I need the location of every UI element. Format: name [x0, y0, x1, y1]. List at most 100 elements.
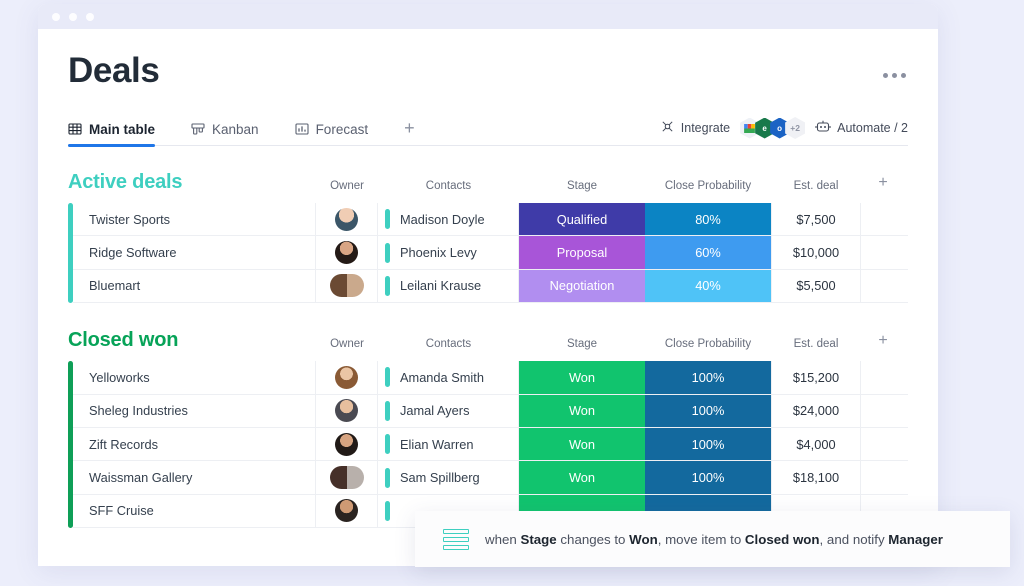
owner-cell[interactable]: [316, 427, 378, 461]
contact-cell[interactable]: Phoenix Levy: [378, 236, 519, 269]
column-header-stage: Stage: [566, 338, 598, 351]
row-extra-cell: [861, 236, 905, 268]
deal-value-cell[interactable]: $7,500: [771, 203, 861, 236]
integrate-button[interactable]: Integrate: [660, 119, 730, 137]
add-view-button[interactable]: +: [404, 119, 415, 140]
column-header-deal: Est. deal: [793, 338, 839, 351]
avatar: [329, 466, 364, 490]
owner-cell[interactable]: [316, 494, 378, 528]
deal-value-cell[interactable]: $4,000: [771, 427, 861, 461]
contact-cell[interactable]: Elian Warren: [378, 427, 519, 461]
tab-kanban[interactable]: Kanban: [191, 113, 259, 146]
column-header-deal: Est. deal: [793, 180, 839, 192]
contact-name: Phoenix Levy: [400, 245, 477, 261]
toast-part-bold: Closed won: [744, 531, 820, 547]
stage-cell[interactable]: Negotiation: [519, 269, 645, 303]
row-extra-cell: [861, 395, 905, 427]
table-row[interactable]: Waissman Gallery Sam Spillberg Won 100% …: [73, 461, 908, 495]
stage-cell[interactable]: Won: [519, 361, 645, 394]
stage-label: Proposal: [556, 245, 608, 261]
deal-value-cell[interactable]: $15,200: [771, 361, 861, 394]
integration-app-icons[interactable]: e o +2: [740, 117, 806, 139]
probability-cell[interactable]: 60%: [645, 236, 771, 269]
table-row[interactable]: Bluemart Leilani Krause Negotiation 40% …: [73, 269, 908, 304]
automate-button[interactable]: Automate / 2: [815, 119, 908, 137]
stage-cell[interactable]: Won: [519, 461, 645, 494]
contact-cell[interactable]: Sam Spillberg: [378, 461, 519, 494]
probability-cell[interactable]: 100%: [645, 394, 771, 427]
table-row[interactable]: Twister Sports Madison Doyle Qualified 8…: [73, 203, 908, 237]
tab-main-table[interactable]: Main table: [68, 113, 156, 147]
group-accent-bar: [68, 203, 73, 303]
contact-name: Jamal Ayers: [400, 403, 470, 419]
group-active-header: Active deals Owner Contacts Stage Close …: [68, 168, 908, 194]
contact-color-pill: [385, 434, 390, 455]
browser-window: Deals Main table Kanban Forecast + Integ…: [38, 4, 938, 566]
contact-name: Elian Warren: [400, 436, 474, 452]
probability-cell[interactable]: 100%: [645, 461, 771, 494]
probability-cell[interactable]: 80%: [645, 203, 771, 236]
contact-name: Madison Doyle: [400, 211, 485, 227]
stage-cell[interactable]: Won: [519, 394, 645, 427]
probability-label: 80%: [695, 211, 721, 227]
probability-cell[interactable]: 100%: [645, 361, 771, 394]
contact-color-pill: [385, 500, 390, 521]
automation-toast-text: when Stage changes to Won, move item to …: [485, 532, 943, 547]
column-header-owner: Owner: [330, 180, 364, 192]
probability-cell[interactable]: 40%: [645, 269, 771, 303]
deal-value-cell[interactable]: $24,000: [771, 394, 861, 427]
probability-cell[interactable]: 100%: [645, 427, 771, 461]
window-dot-maximize[interactable]: [86, 12, 94, 21]
contact-color-pill: [385, 242, 390, 263]
group-active-title: Active deals: [68, 171, 183, 193]
contact-cell[interactable]: Jamal Ayers: [378, 394, 519, 427]
contact-cell[interactable]: Madison Doyle: [378, 203, 519, 236]
stage-cell[interactable]: Qualified: [519, 203, 645, 236]
owner-cell[interactable]: [316, 236, 378, 269]
stage-label: Negotiation: [549, 278, 615, 294]
table-row[interactable]: Yelloworks Amanda Smith Won 100% $15,200: [73, 361, 908, 395]
contact-color-pill: [385, 209, 390, 230]
contact-cell[interactable]: Amanda Smith: [378, 361, 519, 394]
stage-label: Won: [568, 436, 596, 452]
table-row[interactable]: Ridge Software Phoenix Levy Proposal 60%…: [73, 236, 908, 270]
automation-toast[interactable]: when Stage changes to Won, move item to …: [415, 511, 1010, 567]
tab-forecast[interactable]: Forecast: [295, 113, 368, 146]
apps-overflow-badge[interactable]: +2: [785, 117, 806, 139]
row-extra-cell: [861, 270, 905, 302]
stage-label: Qualified: [556, 211, 608, 227]
deal-value-cell[interactable]: $5,500: [771, 269, 861, 303]
bar-chart-icon: [295, 122, 309, 136]
avatar: [335, 399, 358, 423]
probability-label: 100%: [691, 369, 725, 385]
owner-cell[interactable]: [316, 394, 378, 427]
stage-cell[interactable]: Proposal: [519, 236, 645, 269]
window-dot-close[interactable]: [52, 12, 60, 21]
probability-label: 100%: [691, 436, 725, 452]
toast-part: when: [485, 531, 521, 547]
stage-cell[interactable]: Won: [519, 427, 645, 461]
page-root: Deals Main table Kanban Forecast + Integ…: [0, 0, 1024, 586]
contact-color-pill: [385, 275, 390, 296]
contact-color-pill: [385, 400, 390, 421]
owner-cell[interactable]: [316, 269, 378, 303]
automate-label: Automate / 2: [837, 121, 908, 135]
table-row[interactable]: Sheleg Industries Jamal Ayers Won 100% $…: [73, 394, 908, 428]
add-column-button[interactable]: +: [861, 174, 905, 192]
deal-value-cell[interactable]: $10,000: [771, 236, 861, 269]
owner-cell[interactable]: [316, 361, 378, 394]
owner-cell[interactable]: [316, 203, 378, 236]
contact-cell[interactable]: Leilani Krause: [378, 269, 519, 303]
table-row[interactable]: Zift Records Elian Warren Won 100% $4,00…: [73, 427, 908, 462]
kebab-menu-icon[interactable]: [883, 51, 908, 78]
owner-cell[interactable]: [316, 461, 378, 494]
window-chrome-bar: [38, 4, 938, 29]
window-dot-minimize[interactable]: [69, 12, 77, 21]
deal-value-cell[interactable]: $18,100: [771, 461, 861, 494]
add-column-button[interactable]: +: [861, 332, 905, 350]
deal-name: Waissman Gallery: [73, 461, 316, 494]
avatar: [335, 499, 358, 523]
toast-part-bold: Won: [629, 531, 658, 547]
probability-label: 100%: [691, 403, 725, 419]
deal-name: Ridge Software: [73, 236, 316, 269]
